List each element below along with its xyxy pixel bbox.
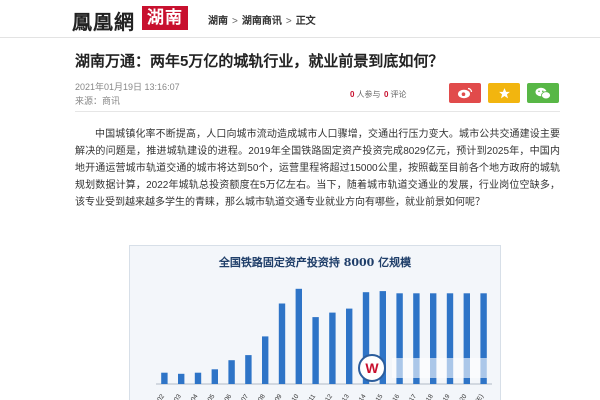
bar-2004 bbox=[194, 372, 202, 384]
favorite-button[interactable] bbox=[488, 83, 520, 103]
bar-2005 bbox=[211, 369, 218, 384]
breadcrumb-current: 正文 bbox=[295, 16, 316, 27]
star-icon bbox=[498, 87, 510, 98]
watermark: W bbox=[352, 352, 492, 388]
article-date: 2021年01月19日 13:16:07 bbox=[75, 82, 180, 92]
watermark-logo-icon: W bbox=[358, 354, 386, 382]
breadcrumb-hunan-news[interactable]: 湖南商讯 bbox=[242, 16, 282, 27]
x-tick-label: 2013 bbox=[337, 393, 351, 400]
ifeng-logo[interactable]: 鳳凰網 bbox=[72, 6, 135, 35]
breadcrumb: 湖南 > 湖南商讯 > 正文 bbox=[208, 12, 316, 27]
x-tick-label: 2019 bbox=[438, 393, 452, 400]
x-tick-label: 2017 bbox=[404, 393, 418, 400]
x-tick-label: 2020 bbox=[454, 393, 468, 400]
hunan-channel-logo[interactable]: 湖南 bbox=[142, 6, 188, 30]
article-title: 湖南万通：两年5万亿的城轨行业，就业前景到底如何？ bbox=[75, 53, 444, 70]
participants-count: 0 bbox=[350, 90, 355, 99]
article-source: 来源：商讯 bbox=[75, 96, 121, 106]
x-tick-label: 2007 bbox=[236, 393, 250, 400]
breadcrumb-hunan[interactable]: 湖南 bbox=[208, 16, 228, 27]
bar-2010 bbox=[295, 288, 302, 384]
bar-2003 bbox=[178, 373, 185, 384]
bar-2006 bbox=[228, 360, 235, 384]
x-tick-label: 2010 bbox=[286, 393, 300, 400]
x-tick-label: 2005 bbox=[202, 393, 216, 400]
x-tick-label: 2018 bbox=[421, 393, 435, 400]
watermark-overlay bbox=[392, 358, 487, 378]
x-tick-label: 2021(E) bbox=[466, 393, 485, 400]
participants-label: 人参与 bbox=[356, 90, 381, 99]
x-tick-label: 2012 bbox=[320, 393, 334, 400]
x-tick-label: 2006 bbox=[219, 393, 233, 400]
bar-2009 bbox=[278, 303, 286, 384]
breadcrumb-separator: > bbox=[285, 16, 292, 27]
x-tick-label: 2015 bbox=[370, 393, 384, 400]
x-tick-label: 2008 bbox=[253, 393, 267, 400]
share-weibo-button[interactable] bbox=[449, 83, 481, 103]
weibo-icon bbox=[458, 87, 473, 99]
x-tick-label: 2016 bbox=[387, 393, 401, 400]
comments-link[interactable]: 0 评论 bbox=[384, 89, 406, 100]
bar-2002 bbox=[161, 372, 168, 384]
wechat-icon bbox=[535, 87, 551, 99]
site-header: 鳳凰網 湖南 湖南 > 湖南商讯 > 正文 bbox=[0, 0, 600, 38]
comments-count: 0 bbox=[384, 90, 389, 99]
bar-2011 bbox=[312, 317, 319, 384]
bar-2008 bbox=[262, 336, 269, 384]
x-tick-label: 2011 bbox=[303, 393, 317, 400]
x-tick-label: 2003 bbox=[169, 393, 183, 400]
x-tick-label: 2002 bbox=[152, 393, 166, 400]
x-tick-label: 2009 bbox=[270, 393, 284, 400]
x-tick-label: 2004 bbox=[186, 393, 200, 400]
x-tick-label: 2014 bbox=[354, 393, 368, 400]
comments-label: 评论 bbox=[390, 90, 407, 99]
bar-2012 bbox=[329, 312, 336, 384]
share-wechat-button[interactable] bbox=[527, 83, 559, 103]
breadcrumb-separator: > bbox=[232, 16, 238, 27]
article-paragraph: 中国城镇化率不断提高，人口向城市流动造成城市人口骤增，交通出行压力变大。城市公共… bbox=[75, 129, 560, 208]
bar-2007 bbox=[245, 355, 252, 384]
meta-divider bbox=[75, 111, 560, 112]
participants-link[interactable]: 0 人参与 bbox=[350, 89, 380, 100]
